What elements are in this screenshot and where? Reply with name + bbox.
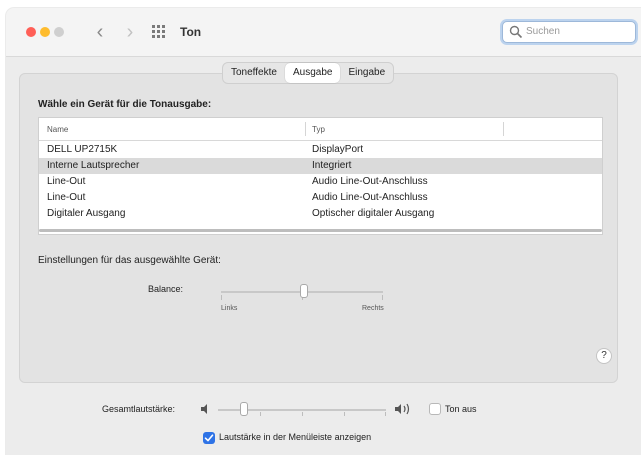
help-button[interactable]: ? bbox=[596, 348, 612, 364]
show-in-menubar-label[interactable]: Lautstärke in der Menüleiste anzeigen bbox=[219, 432, 371, 442]
back-button[interactable]: ‹ bbox=[90, 21, 110, 43]
balance-slider-knob[interactable] bbox=[300, 284, 308, 298]
balance-left-label: Links bbox=[221, 305, 238, 312]
device-type: DisplayPort bbox=[312, 144, 364, 155]
speaker-high-icon bbox=[395, 403, 410, 415]
tab-output[interactable]: Ausgabe bbox=[284, 63, 341, 83]
search-icon bbox=[509, 25, 523, 39]
device-type: Optischer digitaler Ausgang bbox=[312, 208, 435, 219]
tab-sound-effects[interactable]: Toneffekte bbox=[223, 63, 285, 83]
balance-tick bbox=[382, 295, 383, 300]
checkmark-icon bbox=[204, 434, 214, 442]
volume-tick bbox=[344, 412, 345, 416]
device-settings-label: Einstellungen für das ausgewählte Gerät: bbox=[38, 255, 221, 266]
column-divider bbox=[503, 122, 504, 136]
output-volume-label: Gesamtlautstärke: bbox=[102, 404, 176, 414]
device-name: Line-Out bbox=[47, 176, 86, 187]
mute-checkbox[interactable] bbox=[429, 403, 441, 415]
show-all-grid-icon[interactable] bbox=[152, 25, 166, 39]
horizontal-scrollbar[interactable] bbox=[39, 229, 602, 232]
table-row[interactable]: Digitaler Ausgang Optischer digitaler Au… bbox=[39, 206, 602, 222]
forward-button[interactable]: › bbox=[120, 21, 140, 43]
minimize-window-button[interactable] bbox=[40, 27, 50, 37]
volume-tick bbox=[302, 412, 303, 416]
device-type: Audio Line-Out-Anschluss bbox=[312, 192, 428, 203]
table-row-selected[interactable]: Interne Lautsprecher Integriert bbox=[39, 158, 602, 174]
output-device-table: Name Typ DELL UP2715K DisplayPort Intern… bbox=[38, 117, 603, 235]
device-name: DELL UP2715K bbox=[47, 144, 118, 155]
search-placeholder: Suchen bbox=[526, 26, 560, 37]
table-row[interactable]: Line-Out Audio Line-Out-Anschluss bbox=[39, 174, 602, 190]
speaker-low-icon bbox=[201, 404, 207, 414]
volume-tick bbox=[260, 412, 261, 416]
search-input[interactable]: Suchen bbox=[502, 21, 636, 43]
balance-right-label: Rechts bbox=[362, 305, 384, 312]
volume-slider-knob[interactable] bbox=[240, 402, 248, 416]
device-type: Audio Line-Out-Anschluss bbox=[312, 176, 428, 187]
show-in-menubar-checkbox[interactable] bbox=[203, 432, 215, 444]
zoom-window-button[interactable] bbox=[54, 27, 64, 37]
titlebar: ‹ › Ton Suchen bbox=[6, 8, 641, 57]
column-header-type[interactable]: Typ bbox=[312, 125, 325, 134]
mute-label[interactable]: Ton aus bbox=[445, 404, 477, 414]
device-type: Integriert bbox=[312, 160, 352, 171]
window-title: Ton bbox=[180, 25, 202, 39]
balance-tick bbox=[221, 295, 222, 300]
balance-label: Balance: bbox=[148, 284, 184, 294]
table-row[interactable]: Line-Out Audio Line-Out-Anschluss bbox=[39, 190, 602, 206]
device-name: Interne Lautsprecher bbox=[47, 160, 140, 171]
table-row[interactable]: DELL UP2715K DisplayPort bbox=[39, 142, 602, 158]
column-header-name[interactable]: Name bbox=[47, 125, 68, 134]
device-name: Digitaler Ausgang bbox=[47, 208, 126, 219]
device-name: Line-Out bbox=[47, 192, 86, 203]
output-heading: Wähle ein Gerät für die Tonausgabe: bbox=[38, 99, 212, 110]
tab-bar: Toneffekte Ausgabe Eingabe bbox=[222, 62, 395, 84]
tab-input[interactable]: Eingabe bbox=[340, 63, 393, 83]
volume-tick bbox=[385, 412, 386, 416]
column-divider bbox=[305, 122, 306, 136]
table-header: Name Typ bbox=[39, 118, 602, 141]
close-window-button[interactable] bbox=[26, 27, 36, 37]
